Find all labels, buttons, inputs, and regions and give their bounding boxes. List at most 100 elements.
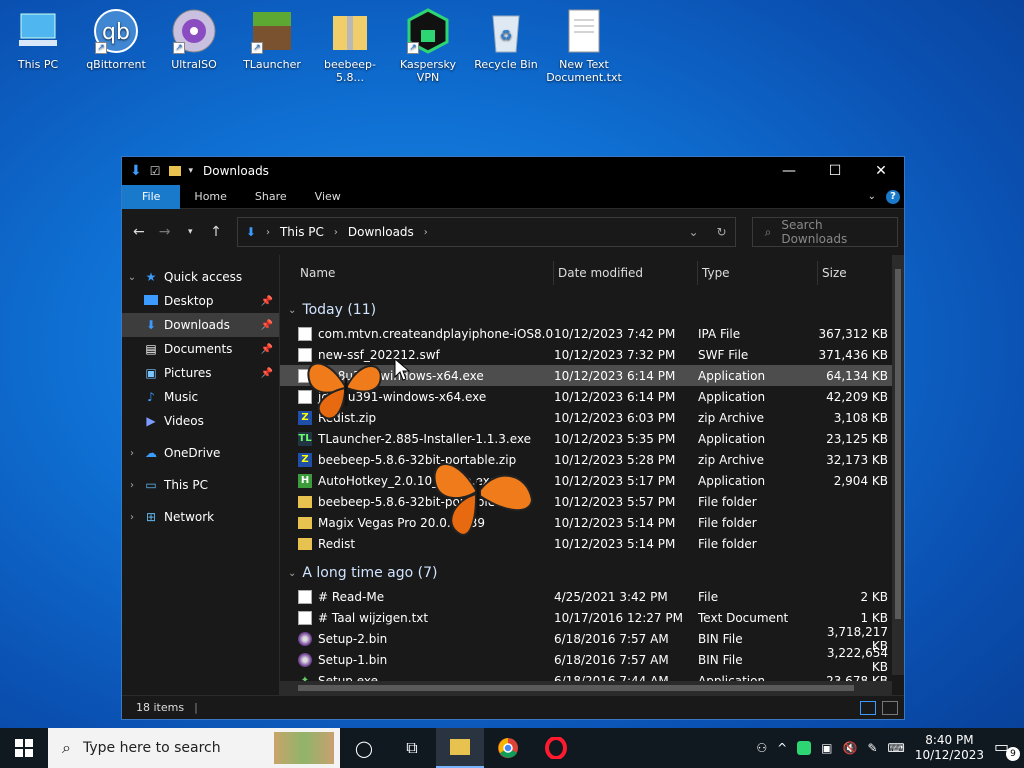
chevron-right-icon[interactable]: ›	[266, 227, 270, 238]
maximize-button[interactable]: ☐	[812, 157, 858, 185]
download-arrow-icon: ⬇	[130, 163, 142, 179]
chevron-right-icon[interactable]: ›	[424, 227, 428, 238]
file-list[interactable]: Name Date modified Type Size ⌄ Today (11)…	[280, 255, 904, 695]
tab-home[interactable]: Home	[180, 185, 240, 209]
chevron-right-icon[interactable]: ›	[334, 227, 338, 238]
large-icons-view-button[interactable]	[882, 700, 898, 715]
chevron-right-icon[interactable]: ›	[122, 448, 142, 459]
computer-icon	[15, 8, 61, 54]
chevron-down-icon[interactable]: ⌄	[122, 272, 142, 283]
nav-item-desktop[interactable]: Desktop 📌	[122, 289, 279, 313]
nav-item-onedrive[interactable]: › ☁ OneDrive	[122, 441, 279, 465]
nav-item-quick-access[interactable]: ⌄ ★ Quick access	[122, 265, 279, 289]
nav-item-this-pc[interactable]: › ▭ This PC	[122, 473, 279, 497]
nav-item-documents[interactable]: ▤ Documents 📌	[122, 337, 279, 361]
pen-icon[interactable]: ✎	[867, 741, 877, 755]
desktop-icon-new-text-document[interactable]: New Text Document.txt	[546, 8, 622, 84]
file-row[interactable]: Redist 10/12/2023 5:14 PM File folder	[280, 533, 904, 554]
title-bar[interactable]: ⬇ ☑ ▾ Downloads — ☐ ✕	[122, 157, 904, 185]
file-row[interactable]: TL TLauncher-2.885-Installer-1.1.3.exe 10/…	[280, 428, 904, 449]
group-header[interactable]: ⌄ A long time ago (7)	[280, 560, 904, 586]
chevron-down-icon[interactable]: ⌄	[288, 568, 296, 579]
file-row[interactable]: # Read-Me 4/25/2021 3:42 PM File 2 KB	[280, 586, 904, 607]
clock[interactable]: 8:40 PM 10/12/2023	[915, 733, 984, 763]
chrome-taskbar-button[interactable]	[484, 728, 532, 768]
chevron-right-icon[interactable]: ›	[122, 512, 142, 523]
chevron-up-icon[interactable]: ^	[777, 741, 787, 755]
pin-icon[interactable]: 📌	[261, 368, 273, 379]
desktop-icon-tlauncher[interactable]: ↗ TLauncher	[234, 8, 310, 71]
desktop-icon-qbittorrent[interactable]: qb ↗ qBittorrent	[78, 8, 154, 71]
nav-item-videos[interactable]: ▶ Videos	[122, 409, 279, 433]
pin-icon[interactable]: 📌	[261, 296, 273, 307]
tab-file[interactable]: File	[122, 184, 181, 209]
file-row[interactable]: com.mtvn.createandplayiphone-iOS8.0-(...…	[280, 323, 904, 344]
cortana-button[interactable]: ◯	[340, 728, 388, 768]
help-icon[interactable]: ?	[886, 189, 900, 204]
tab-view[interactable]: View	[301, 185, 355, 209]
nav-item-pictures[interactable]: ▣ Pictures 📌	[122, 361, 279, 385]
column-header-date[interactable]: Date modified	[554, 261, 698, 285]
action-center-button[interactable]: ▭ 9	[994, 737, 1020, 761]
minimize-button[interactable]: —	[766, 157, 812, 185]
desktop-icon-ultraiso[interactable]: ↗ UltraISO	[156, 8, 232, 71]
opera-taskbar-button[interactable]	[532, 728, 580, 768]
close-button[interactable]: ✕	[858, 157, 904, 185]
volume-muted-icon[interactable]: 🔇	[842, 741, 857, 755]
column-header-type[interactable]: Type	[698, 261, 818, 285]
recycle-bin-icon: ♻	[483, 8, 529, 54]
desktop-icon	[142, 294, 160, 308]
breadcrumb-downloads[interactable]: Downloads	[348, 225, 414, 239]
desktop-icon-this-pc[interactable]: This PC	[0, 8, 76, 71]
chevron-right-icon[interactable]: ›	[122, 480, 142, 491]
file-row[interactable]: Setup-2.bin 6/18/2016 7:57 AM BIN File 3,71…	[280, 625, 904, 653]
address-history-icon[interactable]: ⌄	[688, 225, 698, 239]
pin-icon[interactable]: 📌	[261, 320, 273, 331]
tab-share[interactable]: Share	[241, 185, 301, 209]
vertical-scrollbar[interactable]	[892, 255, 904, 675]
search-input[interactable]: ⌕ Search Downloads	[751, 217, 899, 247]
recent-locations-button[interactable]: ▾	[179, 227, 201, 237]
breadcrumb-this-pc[interactable]: This PC	[280, 225, 324, 239]
start-button[interactable]	[0, 728, 48, 768]
new-folder-icon[interactable]	[168, 166, 181, 176]
file-row[interactable]: beebeep-5.8.6-32bit-portable 10/12/2023 5…	[280, 491, 904, 512]
desktop-icon-recycle-bin[interactable]: ♻ Recycle Bin	[468, 8, 544, 71]
refresh-icon[interactable]: ↻	[717, 225, 727, 239]
file-row[interactable]: # Taal wijzigen.txt 10/17/2016 12:27 PM Te…	[280, 607, 904, 628]
task-view-button[interactable]: ⧉	[388, 728, 436, 768]
nav-item-music[interactable]: ♪ Music	[122, 385, 279, 409]
file-explorer-window[interactable]: ⬇ ☑ ▾ Downloads — ☐ ✕ File Home Share Vi…	[121, 156, 905, 720]
people-icon[interactable]: ⚇	[756, 741, 767, 755]
file-row[interactable]: Setup-1.bin 6/18/2016 7:57 AM BIN File 3,22…	[280, 646, 904, 674]
expand-ribbon-icon[interactable]: ⌄	[868, 191, 876, 202]
properties-icon[interactable]: ☑	[150, 164, 161, 178]
desktop-icon-kaspersky-vpn[interactable]: ↗ Kaspersky VPN	[390, 8, 466, 84]
nav-item-network[interactable]: › ⊞ Network	[122, 505, 279, 529]
column-header-size[interactable]: Size	[818, 261, 888, 285]
file-tl-icon: TL	[298, 431, 312, 446]
details-view-button[interactable]	[860, 700, 876, 715]
pin-icon[interactable]: 📌	[261, 344, 273, 355]
column-header-name[interactable]: Name	[280, 261, 554, 285]
kaspersky-tray-icon[interactable]	[797, 741, 812, 755]
file-row[interactable]: Zbeebeep-5.8.6-32bit-portable.zip 10/12/2…	[280, 449, 904, 470]
taskbar-search-input[interactable]: ⌕ Type here to search	[48, 728, 340, 768]
file-row[interactable]: Magix Vegas Pro 20.0.0.139 10/12/2023 5:1…	[280, 512, 904, 533]
file-row[interactable]: H AutoHotkey_2.0.10_setup.exe 10/12/2023 5…	[280, 470, 904, 491]
nav-item-downloads[interactable]: ⬇ Downloads 📌	[122, 313, 279, 337]
search-highlight-image[interactable]	[274, 732, 334, 764]
chevron-down-icon[interactable]: ⌄	[288, 305, 296, 316]
horizontal-scrollbar[interactable]	[280, 681, 892, 695]
group-header[interactable]: ⌄ Today (11)	[280, 297, 904, 323]
address-bar[interactable]: ⬇ › This PC › Downloads › ⌄ ↻	[236, 217, 736, 247]
desktop-icon-beebeep[interactable]: beebeep-5.8...	[312, 8, 388, 84]
back-button[interactable]: ←	[128, 224, 150, 240]
file-explorer-taskbar-button[interactable]	[436, 728, 484, 768]
network-tray-icon[interactable]: ▣	[821, 741, 832, 755]
chevron-down-icon[interactable]: ▾	[189, 166, 194, 176]
keyboard-icon[interactable]: ⌨	[888, 741, 905, 755]
file-doc-icon	[298, 326, 312, 341]
forward-button[interactable]: →	[154, 224, 176, 240]
up-button[interactable]: ↑	[205, 224, 227, 240]
